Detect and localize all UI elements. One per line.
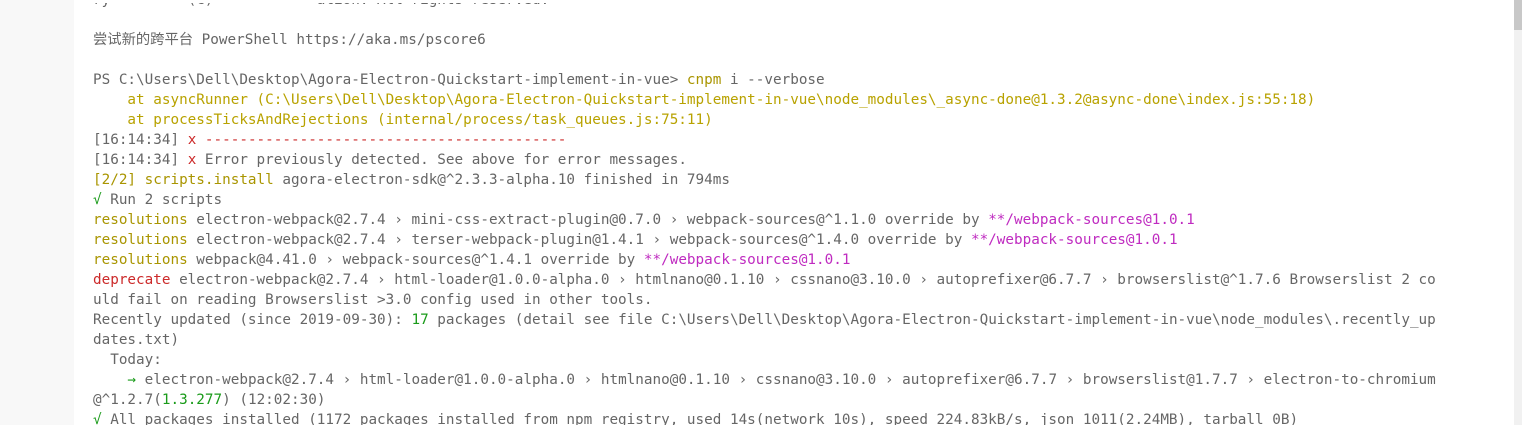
scrollbar-thumb[interactable] (1514, 0, 1522, 30)
terminal-text: dates.txt) (93, 332, 180, 348)
terminal-text: electron-webpack@2.7.4 › html-loader@1.0… (179, 272, 1436, 288)
terminal-text: **/webpack-sources@1.0.1 (970, 232, 1178, 248)
terminal-line: @^1.2.7(1.3.277) (12:02:30) (93, 390, 1503, 410)
terminal-text: **/webpack-sources@1.0.1 (988, 212, 1195, 228)
terminal-line: [16:14:34] x ---------------------------… (93, 130, 1503, 150)
terminal-line: Recently updated (since 2019-09-30): 17 … (93, 310, 1503, 330)
terminal-text: [2/2] scripts.install (93, 172, 283, 188)
terminal-line: resolutions webpack@4.41.0 › webpack-sou… (93, 250, 1503, 270)
terminal-line: 尝试新的跨平台 PowerShell https://aka.ms/pscore… (93, 30, 1503, 50)
terminal-line: √ Run 2 scripts (93, 190, 1503, 210)
terminal-text: resolutions (93, 252, 197, 268)
terminal-text: All packages installed (1172 packages in… (110, 412, 1299, 425)
terminal-text: @^1.2.7( (93, 392, 162, 408)
terminal-text: [16:14:34] (93, 132, 188, 148)
terminal-line: → electron-webpack@2.7.4 › html-loader@1… (93, 370, 1503, 390)
terminal-text: resolutions (93, 212, 197, 228)
terminal-text: ry (c) ation. All rights reserved. (93, 3, 549, 8)
terminal-text: PS C:\Users\Dell\Desktop\Agora-Electron-… (93, 72, 687, 88)
terminal-text: **/webpack-sources@1.0.1 (643, 252, 851, 268)
terminal-line: PS C:\Users\Dell\Desktop\Agora-Electron-… (93, 70, 1503, 90)
terminal-line: Today: (93, 350, 1503, 370)
terminal-output: ry (c) ation. All rights reserved. 尝试新的跨平… (93, 3, 1503, 425)
terminal-text: 尝试新的跨平台 PowerShell https://aka.ms/pscore… (93, 32, 486, 48)
terminal-line: √ All packages installed (1172 packages … (93, 410, 1503, 425)
terminal-text: agora-electron-sdk@^2.3.3-alpha.10 finis… (282, 172, 730, 188)
terminal-text: cnpm (686, 72, 722, 88)
terminal-line: [16:14:34] x Error previously detected. … (93, 150, 1503, 170)
terminal-text: ) (12:02:30) (222, 392, 326, 408)
terminal-text: [16:14:34] (93, 152, 188, 168)
terminal-text: at asyncRunner (C:\Users\Dell\Desktop\Ag… (93, 92, 1316, 108)
terminal-text: 1.3.277 (161, 392, 223, 408)
terminal-line: at processTicksAndRejections (internal/p… (93, 110, 1503, 130)
terminal-text: resolutions (93, 232, 197, 248)
terminal-text: packages (detail see file C:\Users\Dell\… (428, 312, 1436, 328)
terminal-text: electron-webpack@2.7.4 › mini-css-extrac… (196, 212, 989, 228)
terminal-text: deprecate (93, 272, 180, 288)
terminal-line: dates.txt) (93, 330, 1503, 350)
terminal-line: resolutions electron-webpack@2.7.4 › min… (93, 210, 1503, 230)
terminal-text: at processTicksAndRejections (internal/p… (93, 112, 713, 128)
terminal-panel[interactable]: ry (c) ation. All rights reserved. 尝试新的跨平… (74, 0, 1514, 425)
terminal-text: electron-webpack@2.7.4 › html-loader@1.0… (144, 372, 1436, 388)
terminal-text: i --verbose (721, 72, 825, 88)
terminal-text: Recently updated (since 2019-09-30): (93, 312, 412, 328)
terminal-text: 17 (411, 312, 429, 328)
terminal-text: Run 2 scripts (110, 192, 223, 208)
terminal-line: resolutions electron-webpack@2.7.4 › ter… (93, 230, 1503, 250)
terminal-line: ry (c) ation. All rights reserved. (93, 3, 1503, 10)
terminal-text: → (93, 372, 145, 388)
terminal-text: webpack@4.41.0 › webpack-sources@^1.4.1 … (196, 252, 644, 268)
terminal-line: uld fail on reading Browserslist >3.0 co… (93, 290, 1503, 310)
terminal-text: x --------------------------------------… (187, 132, 567, 148)
vscode-terminal-window: ry (c) ation. All rights reserved. 尝试新的跨平… (0, 0, 1522, 425)
terminal-line: [2/2] scripts.install agora-electron-sdk… (93, 170, 1503, 190)
terminal-text: x (187, 152, 197, 168)
terminal-line: at asyncRunner (C:\Users\Dell\Desktop\Ag… (93, 90, 1503, 110)
terminal-text: uld fail on reading Browserslist >3.0 co… (93, 292, 653, 308)
terminal-scrollbar[interactable] (1514, 0, 1522, 425)
terminal-text: electron-webpack@2.7.4 › terser-webpack-… (196, 232, 971, 248)
terminal-text: Today: (93, 352, 162, 368)
terminal-text: Error previously detected. See above for… (196, 152, 687, 168)
terminal-text: √ (93, 192, 111, 208)
terminal-text: √ (93, 412, 111, 425)
terminal-line: deprecate electron-webpack@2.7.4 › html-… (93, 270, 1503, 290)
